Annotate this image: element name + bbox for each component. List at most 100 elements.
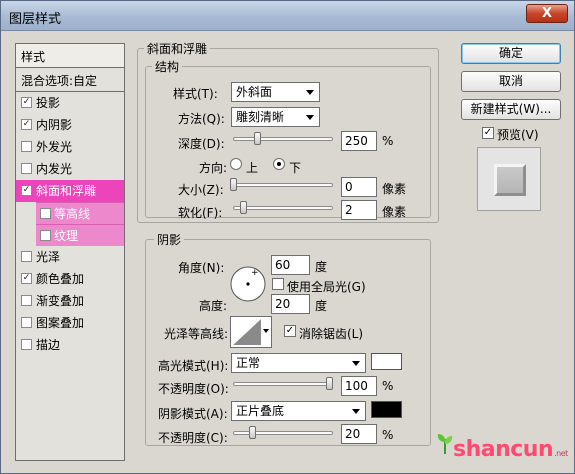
depth-slider[interactable] [233, 137, 333, 141]
window-title: 图层样式 [9, 12, 62, 27]
shadow-opacity-slider[interactable] [233, 431, 333, 435]
altitude-input[interactable]: 20 [271, 294, 310, 314]
style-item-label: 图案叠加 [36, 316, 85, 330]
style-checkbox[interactable]: ✓ [21, 119, 32, 130]
preview-checkbox[interactable]: ✓ [482, 127, 494, 139]
depth-unit: % [382, 134, 394, 148]
shadow-mode-select[interactable]: 正片叠底 [231, 401, 366, 421]
size-slider[interactable] [233, 183, 333, 187]
style-checkbox[interactable] [21, 295, 32, 306]
style-item-label: 描边 [36, 338, 61, 352]
gloss-contour-picker[interactable] [230, 316, 272, 348]
styles-list: 样式 混合选项:自定 ✓ 投影 ✓ 内阴影 外发光内发光 ✓ 斜面和浮雕等高线纹理光泽 ✓ 颜色… [15, 43, 125, 461]
style-checkbox[interactable] [21, 163, 32, 174]
technique-select[interactable]: 雕刻清晰 [231, 107, 320, 127]
soften-slider-thumb[interactable] [239, 201, 247, 214]
style-item-label: 纹理 [54, 229, 79, 243]
highlight-color-swatch[interactable] [371, 353, 402, 370]
style-item-label: 斜面和浮雕 [36, 184, 97, 198]
checkmark-icon: ✓ [22, 273, 31, 283]
style-item[interactable]: 描边 [16, 334, 124, 356]
blending-options-item[interactable]: 混合选项:自定 [16, 68, 124, 92]
style-item[interactable]: 内发光 [16, 158, 124, 180]
highlight-opacity-input[interactable]: 100 [341, 376, 377, 396]
contour-preview-icon [233, 319, 261, 345]
preview-swatch [494, 164, 526, 196]
style-item[interactable]: 外发光 [16, 136, 124, 158]
soften-slider[interactable] [233, 206, 333, 210]
bevel-style-value: 外斜面 [236, 85, 273, 99]
direction-up-radio[interactable] [230, 158, 242, 170]
structure-title: 结构 [152, 58, 183, 75]
checkmark-icon: ✓ [22, 97, 31, 107]
highlight-opacity-thumb[interactable] [326, 377, 333, 390]
highlight-mode-select[interactable]: 正常 [231, 353, 366, 373]
style-item[interactable]: 光泽 [16, 246, 124, 268]
style-item[interactable]: 纹理 [36, 224, 124, 246]
style-checkbox[interactable] [21, 339, 32, 350]
style-checkbox[interactable]: ✓ [21, 185, 32, 196]
style-item[interactable]: 渐变叠加 [16, 290, 124, 312]
style-checkbox[interactable] [21, 251, 32, 262]
direction-down-label: 下 [289, 161, 302, 175]
style-checkbox[interactable] [40, 230, 51, 241]
preview-label: 预览(V) [497, 128, 539, 142]
shadow-opacity-input[interactable]: 20 [341, 424, 377, 444]
style-item[interactable]: 等高线 [36, 202, 124, 224]
shadow-mode-value: 正片叠底 [236, 404, 285, 418]
soften-input[interactable]: 2 [341, 200, 377, 220]
global-light-checkbox[interactable] [272, 278, 284, 290]
style-checkbox[interactable] [21, 317, 32, 328]
direction-label: 方向: [199, 161, 228, 175]
style-item[interactable]: 图案叠加 [16, 312, 124, 334]
style-item-label: 颜色叠加 [36, 272, 85, 286]
chevron-down-icon [263, 329, 269, 333]
anti-alias-label: 消除锯齿(L) [299, 327, 364, 341]
style-item[interactable]: ✓ 投影 [16, 92, 124, 114]
angle-input[interactable]: 60 [271, 255, 310, 275]
highlight-opacity-unit: % [382, 379, 394, 393]
style-checkbox[interactable] [21, 141, 32, 152]
checkmark-icon: ✓ [22, 185, 31, 195]
style-item[interactable]: ✓ 颜色叠加 [16, 268, 124, 290]
style-item[interactable]: ✓ 内阴影 [16, 114, 124, 136]
anti-alias-checkbox[interactable]: ✓ [284, 325, 296, 337]
shadow-color-swatch[interactable] [371, 401, 402, 418]
style-checkbox[interactable]: ✓ [21, 97, 32, 108]
shading-title: 阴影 [154, 231, 185, 248]
styles-header[interactable]: 样式 [16, 44, 124, 68]
angle-dial[interactable]: + [229, 265, 267, 303]
close-button[interactable]: X [526, 4, 568, 23]
style-item-label: 光泽 [36, 250, 61, 264]
style-checkbox[interactable]: ✓ [21, 273, 32, 284]
new-style-button[interactable]: 新建样式(W)... [461, 99, 561, 120]
size-input[interactable]: 0 [341, 177, 377, 197]
cancel-button[interactable]: 取消 [461, 71, 561, 92]
checkmark-icon: ✓ [483, 127, 493, 138]
direction-up-label: 上 [246, 161, 259, 175]
style-checkbox[interactable] [40, 208, 51, 219]
angle-label: 角度(N): [178, 261, 225, 275]
style-item-label: 内发光 [36, 162, 73, 176]
soften-label: 软化(F): [178, 206, 223, 220]
direction-down-radio[interactable] [273, 158, 285, 170]
depth-slider-thumb[interactable] [254, 132, 261, 145]
size-slider-thumb[interactable] [230, 178, 237, 191]
leaf-logo-icon [437, 434, 453, 455]
shadow-opacity-label: 不透明度(C): [158, 431, 228, 445]
global-light-label: 使用全局光(G) [287, 280, 366, 294]
highlight-opacity-slider[interactable] [233, 382, 333, 386]
watermark-tld: .net [554, 449, 568, 458]
layer-style-dialog: 图层样式 X 样式 混合选项:自定 ✓ 投影 ✓ 内阴影 外发光内发光 ✓ 斜面和浮雕等高线… [0, 0, 575, 474]
style-item-label: 等高线 [54, 207, 91, 221]
style-item[interactable]: ✓ 斜面和浮雕 [16, 180, 124, 202]
chevron-down-icon [306, 115, 314, 120]
watermark-brand: shancun [453, 437, 554, 462]
chevron-down-icon [306, 90, 314, 95]
depth-input[interactable]: 250 [341, 131, 377, 151]
shadow-opacity-thumb[interactable] [249, 426, 257, 439]
bevel-emboss-title: 斜面和浮雕 [144, 40, 211, 57]
bevel-style-select[interactable]: 外斜面 [231, 82, 320, 102]
soften-unit: 像素 [382, 205, 407, 219]
ok-button[interactable]: 确定 [461, 43, 561, 64]
